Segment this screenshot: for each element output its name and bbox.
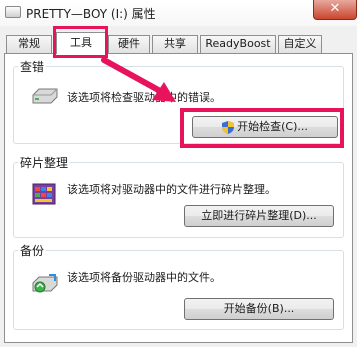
start-check-button[interactable]: 开始检查(C)... [192, 116, 338, 138]
title-bar: PRETTY—BOY (I:) 属性 ✕ [0, 0, 357, 26]
drive-icon [32, 88, 58, 104]
close-button[interactable]: ✕ [313, 0, 357, 20]
tab-strip: 常规 工具 硬件 共享 ReadyBoost 自定义 [0, 32, 357, 54]
uac-shield-icon [222, 120, 235, 134]
tab-general[interactable]: 常规 [6, 35, 52, 53]
backup-group: 备份 该选项将备份驱动器中的文件。 开始备份(B)... [13, 242, 344, 330]
tab-sharing[interactable]: 共享 [152, 35, 198, 53]
backup-title: 备份 [18, 242, 47, 259]
backup-icon [32, 274, 58, 293]
tab-customize[interactable]: 自定义 [278, 35, 322, 53]
window-title: PRETTY—BOY (I:) 属性 [26, 7, 156, 21]
backup-description: 该选项将备份驱动器中的文件。 [67, 271, 221, 284]
drive-icon [5, 6, 21, 18]
defrag-group: 碎片整理 该选项将对驱动器中的文件进行碎片整理。 立即进行碎片整理(D)... [13, 154, 344, 238]
start-check-label: 开始检查(C)... [237, 120, 308, 133]
defrag-title: 碎片整理 [18, 154, 71, 171]
start-backup-button[interactable]: 开始备份(B)... [184, 298, 334, 320]
tab-hardware[interactable]: 硬件 [108, 35, 150, 53]
defrag-now-button[interactable]: 立即进行碎片整理(D)... [184, 205, 334, 227]
tools-panel: 查错 该选项将检查驱动器中的错误。 开始检查(C)... 碎片整理 该选项将对驱… [4, 53, 353, 343]
tab-tools[interactable]: 工具 [56, 32, 106, 54]
defrag-description: 该选项将对驱动器中的文件进行碎片整理。 [67, 183, 276, 196]
defrag-icon [32, 183, 56, 205]
tab-readyboost[interactable]: ReadyBoost [200, 35, 276, 53]
error-check-description: 该选项将检查驱动器中的错误。 [67, 91, 221, 104]
error-check-group: 查错 该选项将检查驱动器中的错误。 开始检查(C)... [13, 58, 344, 144]
error-check-title: 查错 [18, 58, 47, 75]
